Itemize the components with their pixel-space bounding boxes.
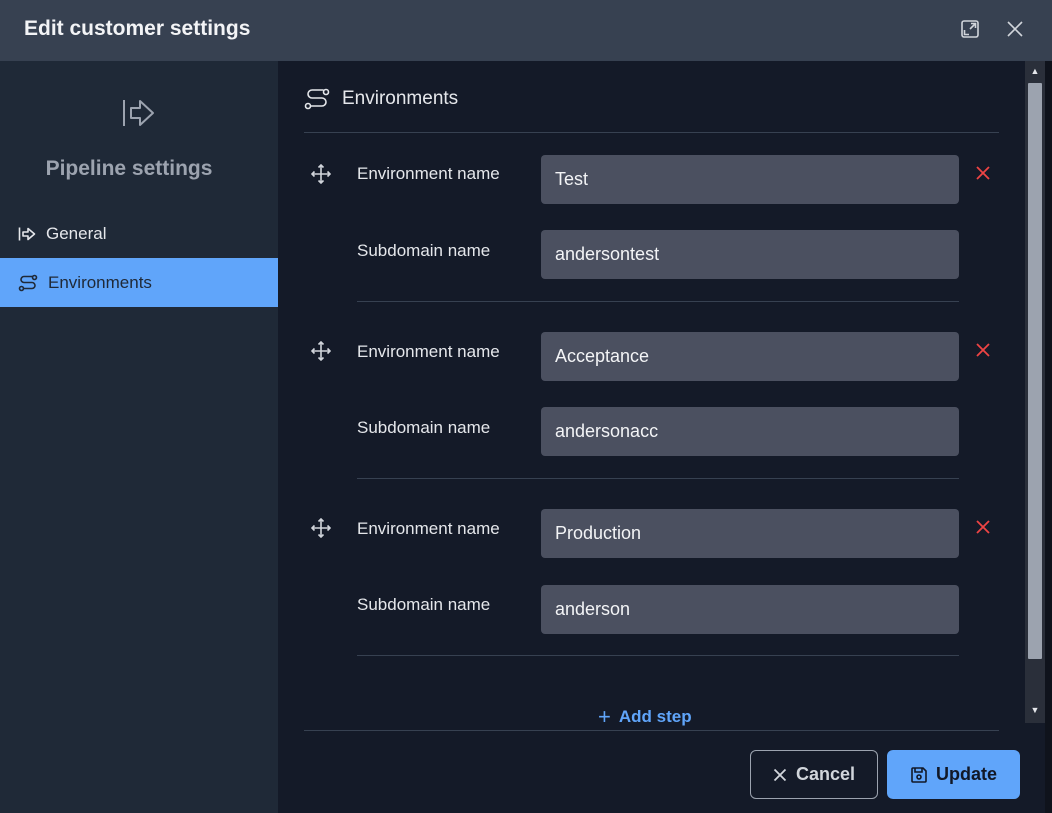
move-icon xyxy=(310,340,332,362)
close-icon xyxy=(976,343,990,357)
environment-divider xyxy=(357,478,959,479)
subdomain-name-label: Subdomain name xyxy=(357,418,491,437)
drag-handle[interactable] xyxy=(310,340,332,362)
scroll-down-arrow[interactable]: ▼ xyxy=(1025,702,1045,718)
sidebar-item-label: Environments xyxy=(48,272,152,292)
cancel-label: Cancel xyxy=(795,764,856,784)
move-icon xyxy=(310,163,332,185)
add-step-label: Add step xyxy=(618,708,692,726)
plus-icon: + xyxy=(598,708,611,726)
environment-entry: Environment name Subdomain name xyxy=(278,332,998,502)
environment-divider xyxy=(357,301,959,302)
scroll-up-arrow[interactable]: ▲ xyxy=(1025,63,1045,79)
section-divider xyxy=(304,132,999,133)
environment-divider xyxy=(357,655,959,656)
main-panel: Environments Environment name Subdomain … xyxy=(278,61,1052,813)
subdomain-name-field[interactable] xyxy=(541,585,959,634)
subdomain-name-label: Subdomain name xyxy=(357,595,491,614)
close-icon xyxy=(1007,21,1023,37)
route-icon xyxy=(18,274,38,291)
subdomain-name-field[interactable] xyxy=(541,230,959,279)
dialog-titlebar: Edit customer settings xyxy=(0,0,1052,61)
update-button[interactable]: Update xyxy=(887,750,1020,799)
drag-handle[interactable] xyxy=(310,163,332,185)
remove-environment-button[interactable] xyxy=(975,165,993,183)
footer-divider xyxy=(304,730,999,731)
section-title: Environments xyxy=(342,88,459,109)
dialog-title: Edit customer settings xyxy=(24,17,251,40)
remove-environment-button[interactable] xyxy=(975,342,993,360)
close-button[interactable] xyxy=(1003,17,1027,41)
expand-button[interactable] xyxy=(958,17,982,41)
expand-icon xyxy=(961,20,979,38)
environment-name-label: Environment name xyxy=(357,164,500,183)
sidebar-item-environments[interactable]: Environments xyxy=(0,258,278,307)
route-icon xyxy=(304,88,330,110)
subdomain-name-field[interactable] xyxy=(541,407,959,456)
environment-name-label: Environment name xyxy=(357,342,500,361)
sidebar-hero xyxy=(0,97,278,129)
environment-name-field[interactable] xyxy=(541,332,959,381)
close-icon xyxy=(976,520,990,534)
settings-sidebar: Pipeline settings General Environments xyxy=(0,61,278,813)
environment-name-field[interactable] xyxy=(541,509,959,558)
window-edge xyxy=(1045,61,1052,813)
sidebar-item-general[interactable]: General xyxy=(0,209,278,258)
update-label: Update xyxy=(935,764,997,784)
environment-name-field[interactable] xyxy=(541,155,959,204)
drag-handle[interactable] xyxy=(310,517,332,539)
environment-entry: Environment name Subdomain name xyxy=(278,155,998,325)
environment-entry: Environment name Subdomain name xyxy=(278,509,998,679)
sidebar-item-label: General xyxy=(46,223,107,243)
environment-name-label: Environment name xyxy=(357,519,500,538)
sidebar-title: Pipeline settings xyxy=(45,157,213,180)
scroll-thumb[interactable] xyxy=(1028,83,1042,659)
close-icon xyxy=(773,768,787,781)
arrow-right-from-bar-icon xyxy=(18,227,36,240)
subdomain-name-label: Subdomain name xyxy=(357,241,491,260)
cancel-button[interactable]: Cancel xyxy=(750,750,878,799)
remove-environment-button[interactable] xyxy=(975,519,993,537)
section-header: Environments xyxy=(304,87,458,111)
edit-customer-settings-dialog: Edit customer settings Pipeline settings xyxy=(0,0,1052,813)
save-icon xyxy=(911,766,927,783)
move-icon xyxy=(310,517,332,539)
arrow-right-from-bar-icon xyxy=(123,100,154,126)
add-step-button[interactable]: + Add step xyxy=(598,708,692,726)
scrollbar[interactable]: ▲ ▼ xyxy=(1025,61,1045,723)
close-icon xyxy=(976,166,990,180)
